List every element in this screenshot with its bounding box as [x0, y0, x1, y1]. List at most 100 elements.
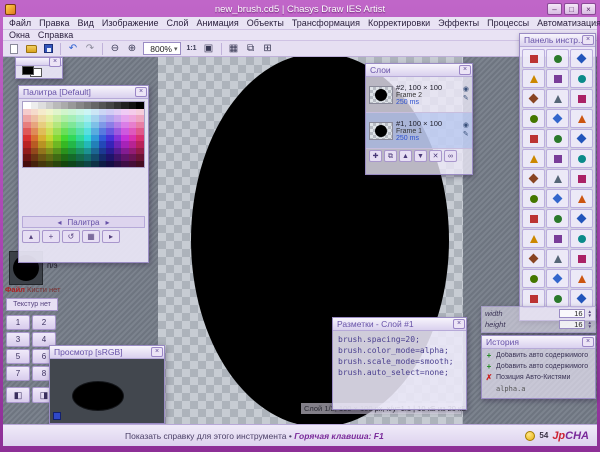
tool-red-eye[interactable]	[522, 269, 545, 288]
palette-grid-button[interactable]: ▦	[82, 230, 100, 243]
palette-swatch[interactable]	[106, 161, 114, 168]
menu-item-8[interactable]: Корректировки	[364, 18, 434, 28]
palette-swatch[interactable]	[46, 161, 54, 168]
tool-blur[interactable]	[546, 229, 569, 248]
layer-delete-button[interactable]: ✕	[429, 150, 442, 162]
tool-gradient[interactable]	[570, 129, 593, 148]
actual-size-button[interactable]: 1:1	[184, 42, 200, 56]
tool-crop[interactable]	[570, 69, 593, 88]
fit-window-button[interactable]: ▣	[201, 42, 217, 56]
history-item[interactable]: +Добавить авто содержимого	[485, 361, 592, 372]
palette-swatch[interactable]	[121, 161, 129, 168]
new-file-button[interactable]	[6, 42, 22, 56]
zoom-in-button[interactable]: ⊕	[124, 42, 140, 56]
tool-color-sampler[interactable]	[546, 89, 569, 108]
notification-icon[interactable]	[525, 431, 535, 441]
preview-nav-rect[interactable]	[53, 412, 61, 420]
tool-ellipse[interactable]	[522, 209, 545, 228]
layer-add-button[interactable]: ✚	[369, 150, 382, 162]
tool-eyedropper[interactable]	[522, 89, 545, 108]
palette-next-icon[interactable]: ▸	[105, 218, 109, 227]
no-textures-button[interactable]: Текстур нет	[6, 298, 58, 311]
brush-slot-3[interactable]: 3	[6, 332, 30, 347]
stepper-down-icon[interactable]: ▼	[588, 325, 592, 329]
layer-up-button[interactable]: ▲	[399, 150, 412, 162]
menu-item-0[interactable]: Файл	[5, 18, 35, 28]
menu-item-11[interactable]: Автоматизация	[533, 18, 600, 28]
tool-lasso[interactable]	[522, 69, 545, 88]
palette-swatch[interactable]	[38, 161, 46, 168]
menu-item-2[interactable]: Вид	[74, 18, 98, 28]
setting-value-input[interactable]: 16	[559, 309, 585, 318]
tool-clone-stamp[interactable]	[546, 149, 569, 168]
tool-pan[interactable]	[570, 269, 593, 288]
layer-row[interactable]: #1, 100 × 100Frame 1250 ms◉✎	[366, 113, 472, 149]
tool-heal[interactable]	[570, 149, 593, 168]
palette-swatch[interactable]	[68, 161, 76, 168]
close-icon[interactable]: ×	[582, 337, 594, 347]
tool-rectangle[interactable]	[546, 189, 569, 208]
open-folder-button[interactable]	[23, 42, 39, 56]
tool-smudge[interactable]	[522, 249, 545, 268]
tool-dodge[interactable]	[546, 249, 569, 268]
close-icon[interactable]: ×	[453, 319, 465, 329]
eye-icon[interactable]: ◉	[463, 86, 469, 94]
tool-flood-fill[interactable]	[546, 129, 569, 148]
menu-item-9[interactable]: Эффекты	[434, 18, 483, 28]
palette-up-button[interactable]: ▴	[22, 230, 40, 243]
palette-swatch[interactable]	[53, 161, 61, 168]
tool-magic-wand[interactable]	[546, 69, 569, 88]
menu-item-3[interactable]: Изображение	[98, 18, 163, 28]
tool-pencil[interactable]	[570, 89, 593, 108]
tool-line[interactable]	[546, 169, 569, 188]
brush-slot-5[interactable]: 5	[6, 349, 30, 364]
palette-swatch[interactable]	[91, 161, 99, 168]
layer-link-button[interactable]: ∞	[444, 150, 457, 162]
menu-item-5[interactable]: Анимация	[192, 18, 242, 28]
menu-item-10[interactable]: Процессы	[483, 18, 533, 28]
layer-duplicate-button[interactable]: ⧉	[384, 150, 397, 162]
tool-polygon[interactable]	[546, 209, 569, 228]
menu2-item-1[interactable]: Справка	[34, 30, 77, 40]
undo-button[interactable]: ↶	[65, 42, 81, 56]
eye-icon[interactable]: ◉	[463, 122, 469, 130]
menu-item-6[interactable]: Объекты	[243, 18, 288, 28]
layer-down-button[interactable]: ▼	[414, 150, 427, 162]
close-icon[interactable]: ×	[151, 347, 163, 357]
tool-star[interactable]	[570, 209, 593, 228]
grid-toggle-button[interactable]: ▦	[226, 42, 242, 56]
palette-swatch[interactable]	[129, 161, 137, 168]
brush-slot-7[interactable]: 7	[6, 366, 30, 381]
zoom-select[interactable]: 800%▾	[143, 42, 181, 55]
palette-swatch[interactable]	[114, 161, 122, 168]
layer-row[interactable]: #2, 100 × 100Frame 2250 ms◉✎	[366, 77, 472, 113]
palette-swatch[interactable]	[136, 161, 144, 168]
brush-slot-2[interactable]: 2	[32, 315, 56, 330]
stepper-arrows[interactable]: ▲▼	[588, 310, 592, 318]
palette-swatch[interactable]	[61, 161, 69, 168]
tile-view-button[interactable]: ⧉	[243, 42, 259, 56]
close-icon[interactable]: ×	[582, 35, 594, 45]
menu2-item-0[interactable]: Окна	[5, 30, 34, 40]
history-item[interactable]: +Добавить авто содержимого	[485, 350, 592, 361]
palette-reload-button[interactable]: ↺	[62, 230, 80, 243]
brush-slot-1[interactable]: 1	[6, 315, 30, 330]
palette-prev-icon[interactable]: ◂	[58, 218, 62, 227]
menu-item-4[interactable]: Слой	[163, 18, 193, 28]
maximize-button[interactable]: □	[564, 3, 579, 15]
tool-polyline[interactable]	[522, 189, 545, 208]
tool-curve[interactable]	[570, 169, 593, 188]
redo-button[interactable]: ↷	[82, 42, 98, 56]
tool-calligraphy[interactable]	[570, 109, 593, 128]
palette-swatch[interactable]	[99, 161, 107, 168]
tool-sharpen[interactable]	[570, 229, 593, 248]
tool-move[interactable]	[522, 49, 545, 68]
tool-select-ellipse[interactable]	[570, 49, 593, 68]
setting-value-input[interactable]: 16	[559, 320, 585, 329]
palette-swatch[interactable]	[23, 161, 31, 168]
close-icon[interactable]: ×	[459, 65, 471, 75]
tool-paint-brush[interactable]	[522, 109, 545, 128]
tool-zoom[interactable]	[546, 269, 569, 288]
stepper-arrows[interactable]: ▲▼	[588, 321, 592, 329]
tool-burn[interactable]	[570, 249, 593, 268]
